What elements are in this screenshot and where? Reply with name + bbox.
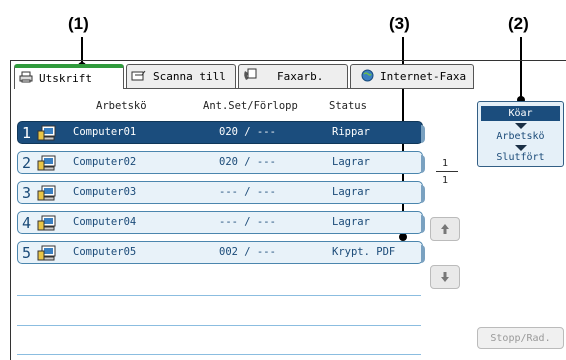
- computer-icon: [37, 185, 57, 204]
- job-row[interactable]: 3 Computer03 --- / --- Lagrar: [17, 181, 425, 204]
- job-sets: --- / ---: [219, 216, 276, 228]
- job-row[interactable]: 2 Computer02 020 / --- Lagrar: [17, 151, 425, 174]
- mode-completed: Slutfört: [496, 152, 545, 163]
- column-header-job: Arbetskö: [96, 100, 147, 112]
- tab-print[interactable]: Utskrift: [14, 64, 124, 89]
- tab-internet-fax[interactable]: Internet-Faxa: [350, 64, 474, 88]
- page-divider: [436, 171, 458, 172]
- job-mode-selector[interactable]: Köar Arbetskö Slutfört: [477, 101, 564, 167]
- computer-icon: [37, 155, 57, 174]
- job-number: 5: [22, 244, 32, 262]
- arrow-down-icon: [440, 268, 450, 287]
- job-row[interactable]: 5 Computer05 002 / --- Krypt. PDF: [17, 241, 425, 264]
- mode-arrow-icon: [515, 145, 527, 151]
- job-name: Computer02: [73, 156, 137, 168]
- job-status: Lagrar: [332, 186, 370, 198]
- tab-internet-fax-label: Internet-Faxa: [380, 70, 467, 83]
- job-sets: 020 / ---: [219, 126, 276, 138]
- job-name: Computer03: [73, 186, 137, 198]
- scroll-down-button[interactable]: [430, 265, 460, 289]
- column-header-status: Status: [329, 100, 367, 112]
- job-number: 1: [22, 124, 32, 142]
- computer-icon: [37, 245, 57, 264]
- arrow-up-icon: [440, 220, 450, 239]
- tab-scan-label: Scanna till: [153, 70, 226, 83]
- job-sets: --- / ---: [219, 186, 276, 198]
- column-header-sets: Ant.Set/Förlopp: [203, 100, 298, 112]
- job-number: 2: [22, 154, 32, 172]
- callout-3: (3): [389, 14, 410, 33]
- job-row[interactable]: 4 Computer04 --- / --- Lagrar: [17, 211, 425, 234]
- job-sets: 020 / ---: [219, 156, 276, 168]
- mode-queue[interactable]: Köar: [481, 106, 560, 121]
- tab-fax[interactable]: Faxarb.: [238, 64, 348, 88]
- scroll-up-button[interactable]: [430, 217, 460, 241]
- empty-row-divider: [17, 354, 421, 355]
- callout-1: (1): [68, 14, 89, 33]
- page-total: 1: [442, 175, 449, 186]
- job-name: Computer04: [73, 216, 137, 228]
- job-status: Krypt. PDF: [332, 246, 396, 258]
- job-sets: 002 / ---: [219, 246, 276, 258]
- stop-delete-button[interactable]: Stopp/Rad.: [477, 327, 564, 349]
- fax-icon: [243, 68, 257, 85]
- scan-icon: [131, 69, 147, 84]
- tab-fax-label: Faxarb.: [277, 70, 324, 83]
- job-number: 3: [22, 184, 32, 202]
- mode-arrow-icon: [515, 123, 527, 129]
- empty-row-divider: [17, 325, 421, 326]
- tab-print-label: Utskrift: [39, 72, 92, 85]
- job-name: Computer05: [73, 246, 137, 258]
- globe-icon: [361, 69, 374, 85]
- job-status: Lagrar: [332, 156, 370, 168]
- page-current: 1: [442, 158, 449, 169]
- job-number: 4: [22, 214, 32, 232]
- printer-icon: [19, 71, 33, 86]
- tab-scan[interactable]: Scanna till: [126, 64, 236, 88]
- callout-2: (2): [508, 14, 529, 33]
- job-row[interactable]: 1 Computer01 020 / --- Rippar: [17, 121, 425, 144]
- empty-row-divider: [17, 295, 421, 296]
- computer-icon: [37, 125, 57, 144]
- computer-icon: [37, 215, 57, 234]
- job-status: Lagrar: [332, 216, 370, 228]
- job-name: Computer01: [73, 126, 137, 138]
- mode-job-queue: Arbetskö: [496, 131, 545, 142]
- job-status: Rippar: [332, 126, 370, 138]
